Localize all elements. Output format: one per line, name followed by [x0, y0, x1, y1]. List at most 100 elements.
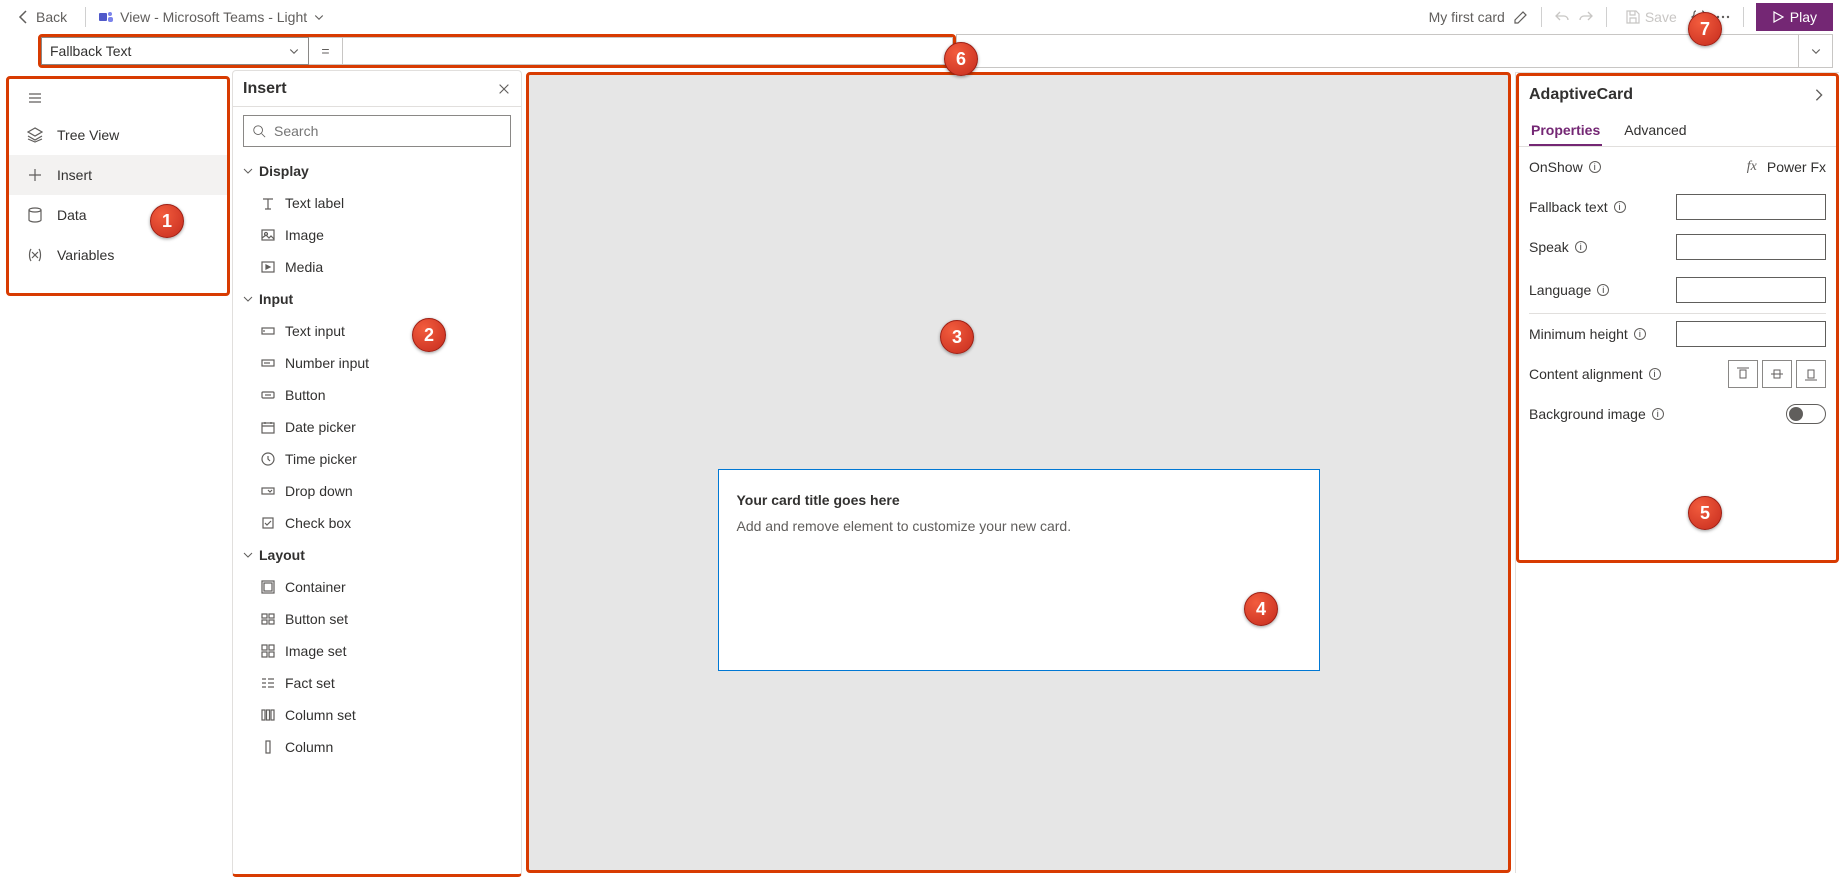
insert-item-media[interactable]: Media — [233, 251, 521, 283]
chevron-right-icon[interactable] — [1812, 88, 1826, 102]
insert-search[interactable] — [243, 115, 511, 147]
control-icon — [261, 388, 275, 402]
rail-label: Data — [57, 207, 87, 223]
formula-input[interactable] — [343, 37, 953, 65]
insert-item-fact-set[interactable]: Fact set — [233, 667, 521, 699]
save-button[interactable]: Save — [1619, 7, 1683, 27]
prop-onshow-label: OnShow — [1529, 159, 1583, 175]
group-label: Input — [259, 291, 293, 307]
undo-icon[interactable] — [1554, 9, 1570, 25]
equals-box: = — [309, 37, 343, 65]
main-area: Tree View Insert Data Variables Insert — [0, 68, 1843, 877]
card-subtitle: Add and remove element to customize your… — [737, 518, 1301, 534]
info-icon[interactable]: i — [1589, 161, 1601, 173]
insert-item-label: Container — [285, 579, 346, 595]
control-icon — [261, 484, 275, 498]
rail-data[interactable]: Data — [9, 195, 227, 235]
insert-group-layout[interactable]: Layout — [233, 539, 521, 571]
close-icon[interactable] — [497, 82, 511, 96]
insert-item-check-box[interactable]: Check box — [233, 507, 521, 539]
prop-language-input[interactable] — [1676, 277, 1826, 303]
alignment-buttons — [1728, 360, 1826, 388]
rail-toggle[interactable] — [9, 81, 227, 115]
chevron-down-icon — [288, 45, 300, 57]
prop-language-label: Language — [1529, 282, 1591, 298]
insert-item-time-picker[interactable]: Time picker — [233, 443, 521, 475]
annotation-badge-4: 4 — [1244, 592, 1278, 626]
control-icon — [261, 420, 275, 434]
insert-item-label: Text label — [285, 195, 344, 211]
insert-group-input[interactable]: Input — [233, 283, 521, 315]
rail-insert[interactable]: Insert — [9, 155, 227, 195]
info-icon[interactable]: i — [1614, 201, 1626, 213]
insert-item-container[interactable]: Container — [233, 571, 521, 603]
prop-bgimage-toggle[interactable] — [1786, 404, 1826, 424]
left-rail: Tree View Insert Data Variables — [0, 68, 232, 877]
insert-item-number-input[interactable]: Number input — [233, 347, 521, 379]
save-label: Save — [1645, 9, 1677, 25]
insert-item-label: Image set — [285, 643, 346, 659]
redo-icon[interactable] — [1578, 9, 1594, 25]
align-bottom-button[interactable] — [1796, 360, 1826, 388]
info-icon[interactable]: i — [1652, 408, 1664, 420]
prop-minheight-input[interactable] — [1676, 321, 1826, 347]
insert-item-column[interactable]: Column — [233, 731, 521, 763]
insert-item-label: Column set — [285, 707, 356, 723]
layers-icon — [27, 127, 43, 143]
card-title: Your card title goes here — [737, 492, 1301, 508]
insert-item-image-set[interactable]: Image set — [233, 635, 521, 667]
prop-speak-input[interactable] — [1676, 234, 1826, 260]
annotation-badge-5: 5 — [1688, 496, 1722, 530]
insert-item-label: Number input — [285, 355, 369, 371]
view-dropdown[interactable]: View - Microsoft Teams - Light — [98, 9, 325, 25]
align-top-button[interactable] — [1728, 360, 1758, 388]
divider — [85, 7, 86, 27]
tab-properties[interactable]: Properties — [1529, 114, 1602, 146]
play-icon — [1772, 11, 1784, 23]
prop-powerfx-label[interactable]: Power Fx — [1767, 159, 1826, 175]
chevron-down-icon — [243, 294, 253, 304]
insert-item-drop-down[interactable]: Drop down — [233, 475, 521, 507]
insert-item-label: Button set — [285, 611, 348, 627]
formula-expand[interactable] — [1799, 34, 1833, 68]
back-label: Back — [36, 9, 67, 25]
control-icon — [261, 228, 275, 242]
insert-item-column-set[interactable]: Column set — [233, 699, 521, 731]
info-icon[interactable]: i — [1575, 241, 1587, 253]
annotation-badge-3: 3 — [940, 320, 974, 354]
formula-input-rest[interactable] — [956, 34, 1799, 68]
prop-fallback-input[interactable] — [1676, 194, 1826, 220]
edit-name-icon[interactable] — [1513, 9, 1529, 25]
property-selector[interactable]: Fallback Text — [41, 37, 309, 65]
insert-item-label: Time picker — [285, 451, 357, 467]
info-icon[interactable]: i — [1597, 284, 1609, 296]
rail-tree-view[interactable]: Tree View — [9, 115, 227, 155]
card-canvas[interactable]: Your card title goes here Add and remove… — [526, 72, 1511, 873]
plus-icon — [27, 167, 43, 183]
tab-advanced[interactable]: Advanced — [1622, 114, 1688, 146]
info-icon[interactable]: i — [1634, 328, 1646, 340]
align-middle-button[interactable] — [1762, 360, 1792, 388]
search-icon — [252, 124, 266, 138]
insert-item-date-picker[interactable]: Date picker — [233, 411, 521, 443]
adaptive-card[interactable]: Your card title goes here Add and remove… — [718, 469, 1320, 671]
chevron-down-icon — [243, 166, 253, 176]
insert-item-text-input[interactable]: Text input — [233, 315, 521, 347]
rail-variables[interactable]: Variables — [9, 235, 227, 275]
rail-label: Insert — [57, 167, 92, 183]
insert-item-image[interactable]: Image — [233, 219, 521, 251]
back-button[interactable]: Back — [10, 7, 73, 27]
insert-item-label: Column — [285, 739, 333, 755]
play-button[interactable]: Play — [1756, 3, 1833, 31]
insert-search-input[interactable] — [274, 123, 502, 139]
align-middle-icon — [1770, 367, 1784, 381]
divider — [1743, 7, 1744, 27]
insert-item-button-set[interactable]: Button set — [233, 603, 521, 635]
arrow-left-icon — [16, 9, 32, 25]
info-icon[interactable]: i — [1649, 368, 1661, 380]
property-selector-label: Fallback Text — [50, 43, 131, 59]
insert-item-text-label[interactable]: Text label — [233, 187, 521, 219]
prop-speak-label: Speak — [1529, 239, 1569, 255]
insert-item-button[interactable]: Button — [233, 379, 521, 411]
insert-group-display[interactable]: Display — [233, 155, 521, 187]
